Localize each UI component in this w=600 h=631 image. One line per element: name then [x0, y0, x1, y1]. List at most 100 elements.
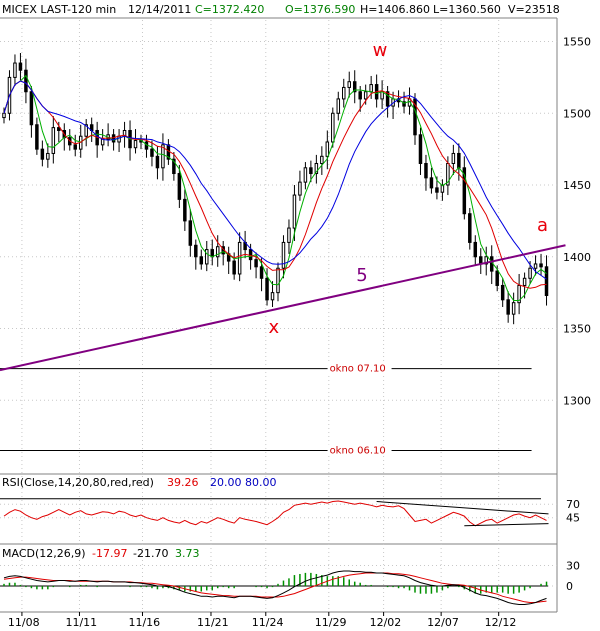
candle-body — [29, 91, 34, 126]
candle-body — [73, 144, 77, 150]
candle-body — [309, 167, 313, 175]
candle-body — [336, 98, 341, 114]
price-tick-label: 1500 — [563, 107, 591, 120]
header-close: C=1372.420 — [195, 3, 264, 16]
price-tick-label: 1450 — [563, 179, 591, 192]
candle-body — [533, 263, 538, 269]
candle-body — [303, 167, 308, 183]
candle-body — [325, 141, 330, 157]
candle-body — [270, 292, 275, 301]
candle-body — [183, 198, 187, 222]
candle-body — [287, 227, 291, 243]
rsi-tick-label: 70 — [566, 498, 580, 511]
header-high: H=1406.860 — [360, 3, 430, 16]
rsi-upper: 80.00 — [245, 476, 277, 489]
level-label: okno 06.10 — [330, 445, 386, 456]
annotation-x: x — [269, 317, 280, 338]
candle-body — [111, 134, 116, 143]
header-date: 12/14/2011 — [128, 3, 191, 16]
x-tick-label: 11/16 — [128, 616, 160, 629]
candle-body — [435, 187, 439, 193]
candle-body — [188, 220, 193, 246]
candle-body — [495, 270, 499, 286]
candle-body — [451, 152, 456, 164]
candle-body — [522, 277, 527, 286]
annotation-w: w — [373, 40, 388, 61]
price-tick-label: 1300 — [563, 394, 591, 407]
rsi-value: 39.26 — [167, 476, 199, 489]
candle-body — [418, 134, 423, 164]
candle-body — [320, 155, 324, 164]
candle-body — [133, 140, 138, 149]
candle-body — [248, 249, 253, 261]
candle-body — [117, 135, 121, 143]
x-tick-label: 11/11 — [65, 616, 97, 629]
candle-body — [276, 267, 280, 294]
rsi-label: RSI(Close,14,20,80,red,red) — [2, 476, 154, 489]
candle-body — [194, 244, 198, 258]
level-label: okno 07.10 — [330, 364, 386, 375]
candle-body — [265, 277, 269, 301]
candle-body — [457, 152, 461, 169]
candle-body — [473, 241, 478, 258]
candle-body — [150, 148, 154, 157]
candle-body — [215, 246, 220, 258]
candle-body — [528, 267, 532, 279]
chart-canvas: MICEX LAST-120 min 12/14/2011 C=1372.420… — [0, 0, 600, 631]
candle-body — [210, 249, 214, 258]
x-tick-label: 11/29 — [315, 616, 347, 629]
candle-body — [298, 181, 302, 196]
candle-body — [40, 148, 45, 160]
candle-body — [539, 263, 543, 268]
candle-body — [369, 84, 373, 93]
candle-body — [13, 62, 17, 78]
candle-body — [254, 259, 258, 268]
candle-body — [424, 162, 428, 179]
header-low: L=1360.560 — [433, 3, 501, 16]
candle-body — [347, 81, 351, 88]
candle-body — [155, 155, 160, 169]
x-tick-label: 12/07 — [427, 616, 459, 629]
annotation-a: a — [537, 215, 548, 236]
candle-body — [506, 299, 510, 315]
candle-body — [358, 91, 362, 100]
candle-body — [511, 302, 516, 315]
candle-body — [468, 213, 472, 243]
candle-body — [259, 266, 264, 279]
macd-tick-label: 0 — [566, 580, 573, 593]
candle-body — [281, 241, 286, 269]
price-tick-label: 1550 — [563, 36, 591, 49]
candle-body — [18, 62, 23, 71]
macd-tick-label: 30 — [566, 559, 580, 572]
candle-body — [429, 177, 434, 189]
candle-body — [331, 112, 335, 143]
x-tick-label: 12/02 — [370, 616, 402, 629]
candle-body — [363, 91, 368, 100]
x-tick-label: 12/12 — [485, 616, 517, 629]
candle-body — [199, 256, 204, 265]
candle-body — [342, 86, 346, 100]
candle-body — [292, 194, 297, 229]
x-tick-label: 11/21 — [197, 616, 229, 629]
candle-body — [544, 266, 549, 297]
chart-background — [0, 0, 600, 631]
macd-signal-value: -21.70 — [133, 547, 168, 560]
rsi-tick-label: 45 — [566, 512, 580, 525]
x-tick-label: 11/08 — [8, 616, 40, 629]
macd-hist-value: 3.73 — [175, 547, 200, 560]
annotation-5: 5 — [356, 265, 367, 286]
candle-body — [500, 284, 505, 301]
macd-label: MACD(12,26,9) — [2, 547, 86, 560]
header-volume: V=23518 — [508, 3, 560, 16]
candle-body — [35, 124, 39, 150]
header-symbol: MICEX LAST-120 min — [2, 3, 116, 16]
candle-body — [51, 127, 56, 154]
rsi-lower: 20.00 — [210, 476, 242, 489]
candle-body — [46, 152, 50, 160]
price-tick-label: 1400 — [563, 251, 591, 264]
x-tick-label: 11/24 — [252, 616, 284, 629]
header-open: O=1376.590 — [285, 3, 355, 16]
macd-value: -17.97 — [92, 547, 127, 560]
candle-body — [24, 69, 28, 93]
candle-body — [2, 112, 6, 119]
